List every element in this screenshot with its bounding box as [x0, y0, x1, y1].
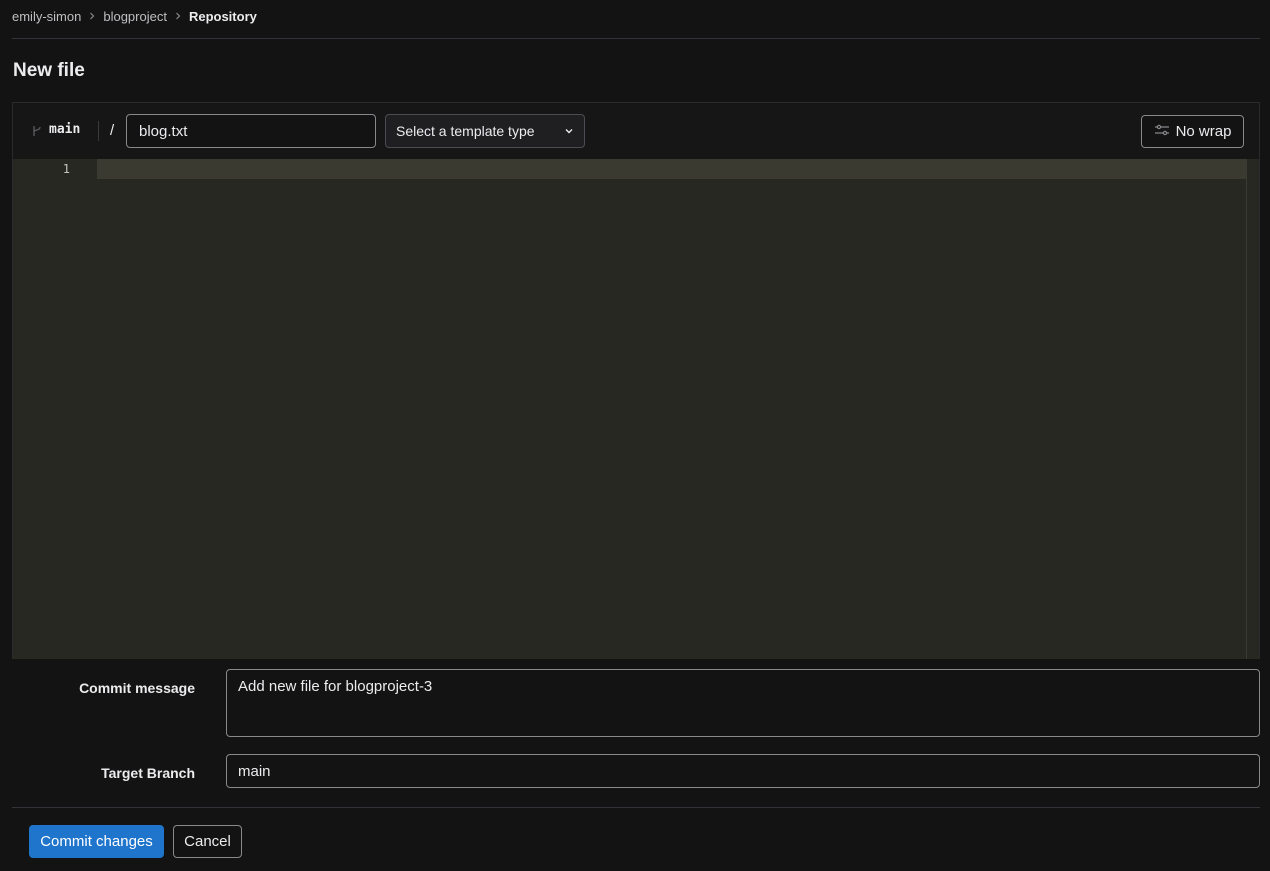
breadcrumb-item-repository[interactable]: Repository: [189, 9, 257, 24]
chevron-right-icon: [88, 12, 96, 20]
commit-changes-button[interactable]: Commit changes: [29, 825, 164, 858]
page-title: New file: [13, 60, 85, 81]
chevron-down-icon: [564, 123, 574, 139]
target-branch-label: Target Branch: [101, 765, 195, 781]
path-separator: /: [110, 122, 115, 139]
breadcrumb: emily-simon blogproject Repository: [12, 0, 257, 32]
branch-divider: [98, 121, 99, 141]
chevron-right-icon: [174, 12, 182, 20]
header-divider: [12, 38, 1260, 39]
branch-indicator: main: [31, 122, 80, 137]
template-select-label: Select a template type: [396, 123, 535, 139]
filename-input[interactable]: [126, 114, 376, 148]
file-editor: main / Select a template type: [12, 102, 1260, 659]
new-file-page: emily-simon blogproject Repository New f…: [0, 0, 1270, 871]
commit-message-field[interactable]: Add new file for blogproject-3: [226, 669, 1260, 737]
code-editor[interactable]: 1: [13, 159, 1259, 659]
template-type-select[interactable]: Select a template type: [385, 114, 585, 148]
commit-message-label: Commit message: [79, 680, 195, 696]
target-branch-field[interactable]: [226, 754, 1260, 788]
branch-name: main: [49, 122, 81, 137]
line-number-gutter: 1: [13, 159, 97, 659]
wrap-icon: [1154, 123, 1170, 140]
branch-icon: [31, 124, 43, 136]
active-line-highlight: [97, 159, 1259, 179]
no-wrap-button[interactable]: No wrap: [1141, 115, 1244, 148]
cancel-button[interactable]: Cancel: [173, 825, 242, 858]
editor-header: main / Select a template type: [13, 103, 1259, 159]
line-number: 1: [62, 162, 70, 176]
actions-divider: [12, 807, 1260, 808]
editor-scrollbar[interactable]: [1246, 159, 1259, 659]
breadcrumb-item-user[interactable]: emily-simon: [12, 9, 81, 24]
breadcrumb-item-project[interactable]: blogproject: [103, 9, 167, 24]
no-wrap-label: No wrap: [1175, 123, 1232, 140]
